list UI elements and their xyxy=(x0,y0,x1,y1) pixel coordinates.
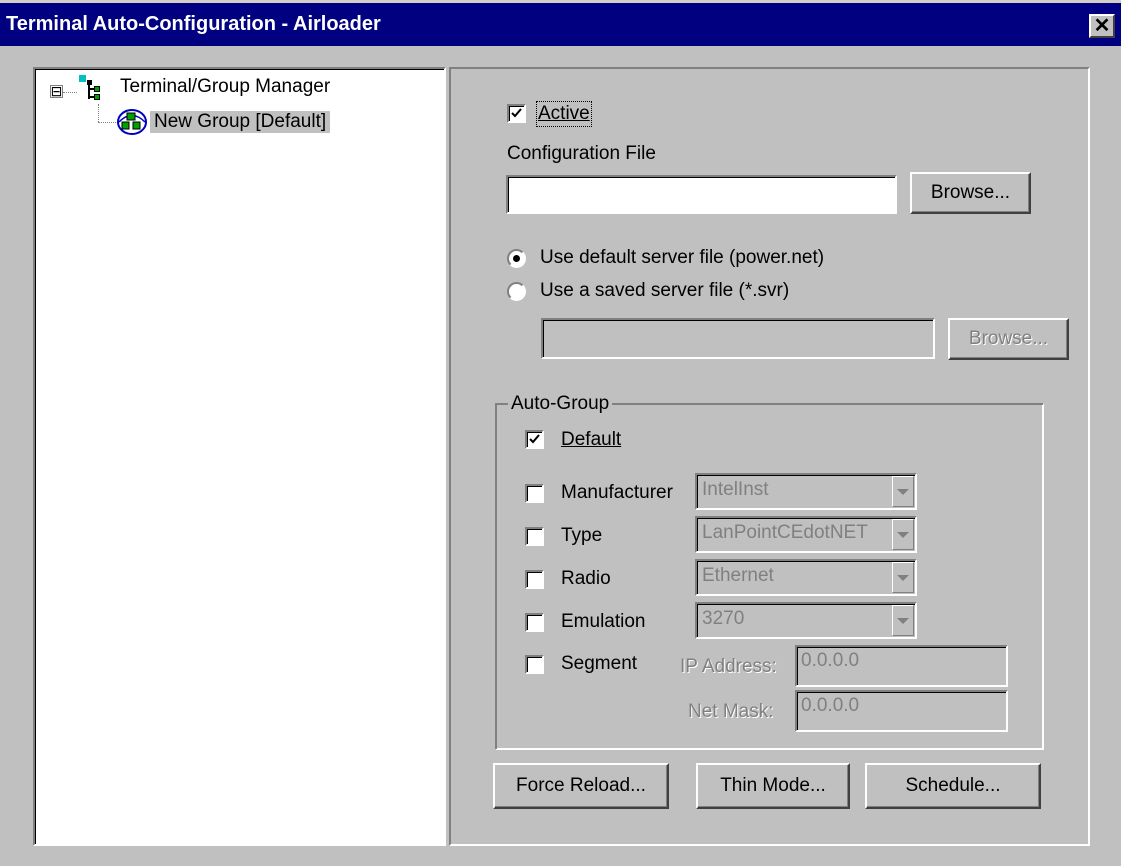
ip-address-label: IP Address: xyxy=(680,656,777,677)
active-label[interactable]: Active xyxy=(536,101,592,127)
collapse-icon[interactable]: ⊟ xyxy=(50,84,63,98)
close-icon: ✕ xyxy=(1093,15,1111,37)
default-checkbox[interactable] xyxy=(525,430,544,449)
tree-connector xyxy=(98,122,116,123)
tree-item-new-group[interactable]: New Group [Default] xyxy=(150,111,331,133)
hierarchy-icon xyxy=(79,75,100,100)
type-label[interactable]: Type xyxy=(561,525,602,547)
browse-saved-button: Browse... xyxy=(948,318,1069,360)
manufacturer-select: IntelInst xyxy=(695,473,917,510)
checkmark-icon xyxy=(529,434,540,444)
thin-mode-button[interactable]: Thin Mode... xyxy=(696,763,850,809)
radio-select: Ethernet xyxy=(695,559,917,596)
config-file-label: Configuration File xyxy=(507,143,656,164)
default-label[interactable]: Default xyxy=(561,429,621,451)
segment-checkbox[interactable] xyxy=(525,655,544,674)
auto-group-legend: Auto-Group xyxy=(508,393,613,415)
saved-file-input xyxy=(541,318,935,359)
browse-button[interactable]: Browse... xyxy=(910,172,1031,214)
type-select: LanPointCEdotNET xyxy=(695,516,917,553)
active-checkbox[interactable] xyxy=(507,104,526,123)
radio-default-label[interactable]: Use default server file (power.net) xyxy=(540,247,824,269)
force-reload-button[interactable]: Force Reload... xyxy=(493,763,669,809)
window-title: Terminal Auto-Configuration - Airloader xyxy=(6,13,381,35)
tree-panel[interactable] xyxy=(33,67,446,846)
net-mask-input: 0.0.0.0 xyxy=(795,690,1008,732)
radio-saved-server[interactable] xyxy=(507,282,526,301)
chevron-down-icon xyxy=(892,562,914,593)
tree-item-root[interactable]: Terminal/Group Manager xyxy=(120,76,330,98)
emulation-select: 3270 xyxy=(695,602,917,639)
manufacturer-checkbox[interactable] xyxy=(525,484,544,503)
type-checkbox[interactable] xyxy=(525,527,544,546)
radio-saved-label[interactable]: Use a saved server file (*.svr) xyxy=(540,280,789,302)
checkmark-icon xyxy=(511,108,522,118)
emulation-label[interactable]: Emulation xyxy=(561,611,646,633)
radio-default-server[interactable] xyxy=(507,249,526,268)
manufacturer-label[interactable]: Manufacturer xyxy=(561,482,673,504)
chevron-down-icon xyxy=(892,605,914,636)
schedule-button[interactable]: Schedule... xyxy=(865,763,1041,809)
tree-connector xyxy=(98,104,99,122)
radio-label[interactable]: Radio xyxy=(561,568,611,590)
tree-connector xyxy=(63,92,77,93)
close-button[interactable]: ✕ xyxy=(1089,14,1115,38)
radio-checkbox[interactable] xyxy=(525,570,544,589)
ip-address-input: 0.0.0.0 xyxy=(795,645,1008,687)
chevron-down-icon xyxy=(892,476,914,507)
group-globe-icon xyxy=(117,109,147,135)
net-mask-label: Net Mask: xyxy=(688,701,774,722)
emulation-checkbox[interactable] xyxy=(525,613,544,632)
chevron-down-icon xyxy=(892,519,914,550)
config-file-input[interactable] xyxy=(506,175,897,214)
segment-label[interactable]: Segment xyxy=(561,653,637,675)
